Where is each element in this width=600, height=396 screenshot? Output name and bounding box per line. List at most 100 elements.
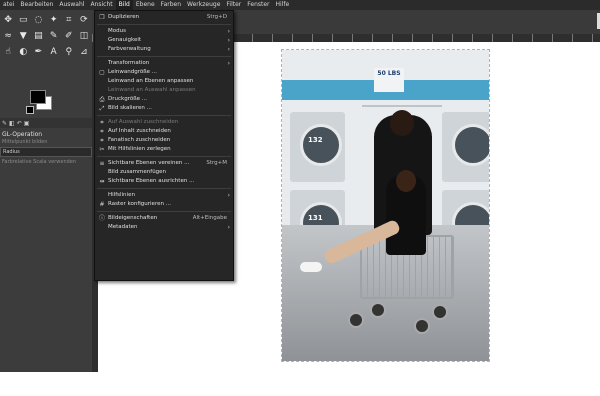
smudge-icon[interactable]: ☝	[2, 46, 14, 59]
warp-icon[interactable]: ≈	[2, 30, 14, 43]
cart-wheel	[414, 318, 430, 334]
menu-hilfe[interactable]: Hilfe	[273, 0, 293, 10]
menu-item-transformation[interactable]: Transformation ›	[95, 59, 233, 68]
menu-item-druckgröße[interactable]: ⎙ Druckgröße ...	[95, 95, 233, 104]
menu-item-farbverwaltung[interactable]: Farbverwaltung ›	[95, 45, 233, 54]
menu-item-label: Fanatisch zuschneiden	[108, 137, 171, 143]
menu-item-hilfslinien[interactable]: Hilfslinien ›	[95, 191, 233, 200]
menu-farben[interactable]: Farben	[158, 0, 184, 10]
menu-item-label: Druckgröße ...	[108, 96, 148, 102]
crop-icon[interactable]: ⌗	[63, 14, 75, 27]
menu-item-raster-konfigurieren[interactable]: # Raster konfigurieren ...	[95, 200, 233, 209]
washer-door	[452, 124, 489, 166]
photo-head	[390, 110, 414, 136]
tool-row: ✥ ▭ ◌ ✦ ⌗ ⟳	[2, 14, 90, 27]
menu-item-bildeigenschaften[interactable]: ⓘ Bildeigenschaften Alt+Eingabe	[95, 214, 233, 223]
menu-bearbeiten[interactable]: Bearbeiten	[17, 0, 56, 10]
transform-icon[interactable]: ⟳	[78, 14, 90, 27]
foreground-color-swatch[interactable]	[30, 90, 46, 104]
default-colors-icon[interactable]	[26, 106, 34, 114]
menu-item-label: Hilfslinien	[108, 192, 135, 198]
menu-item-label: Metadaten	[108, 224, 138, 230]
menu-filter[interactable]: Filter	[223, 0, 244, 10]
menu-item-label: Bild skalieren ...	[108, 105, 152, 111]
merge-icon: ≡	[99, 160, 105, 167]
eraser-icon[interactable]: ◫	[78, 30, 90, 43]
fuzzy-select-icon[interactable]: ✦	[48, 14, 60, 27]
measure-icon[interactable]: ⊿	[78, 46, 90, 59]
menu-separator	[97, 188, 231, 189]
menu-item-label: Duplizieren	[108, 14, 140, 20]
submenu-arrow-icon: ›	[227, 192, 230, 199]
menu-item-label: Sichtbare Ebenen vereinen ...	[108, 160, 190, 166]
toolbox-panel: ✥ ▭ ◌ ✦ ⌗ ⟳ ≈ ▼ ▤ ✎ ✐ ◫ ☝ ◐ ✒ A ⚲ ⊿ ✎ ◧ ↶ ▣ GL-Operation …	[0, 10, 94, 396]
menu-item-leinwand-an-ebenen-anpassen[interactable]: Leinwand an Ebenen anpassen	[95, 77, 233, 86]
path-icon[interactable]: ✒	[32, 46, 44, 59]
gradient-icon[interactable]: ▤	[32, 30, 44, 43]
device-status-tab-icon[interactable]: ◧	[9, 120, 15, 127]
menu-bild[interactable]: Bild	[115, 0, 133, 10]
menu-ebene[interactable]: Ebene	[133, 0, 158, 10]
menu-separator	[97, 115, 231, 116]
rect-select-icon[interactable]: ▭	[17, 14, 29, 27]
washer-number: 131	[308, 214, 323, 222]
menu-item-leinwandgröße[interactable]: ▢ Leinwandgröße ...	[95, 68, 233, 77]
photo-shoe	[300, 262, 322, 272]
menu-item-label: Genauigkeit	[108, 37, 142, 43]
align-icon: ⇹	[99, 178, 105, 185]
menu-item-sichtbare-ebenen-vereinen[interactable]: ≡ Sichtbare Ebenen vereinen ... Strg+M	[95, 159, 233, 168]
photo-head	[396, 170, 416, 192]
menu-item-bild-skalieren[interactable]: ⤢ Bild skalieren ...	[95, 104, 233, 113]
tool-row: ≈ ▼ ▤ ✎ ✐ ◫	[2, 30, 90, 43]
text-icon[interactable]: A	[48, 46, 60, 59]
menu-separator	[97, 56, 231, 57]
photo-washer: 132	[290, 112, 345, 182]
fill-icon[interactable]: ▼	[17, 30, 29, 43]
tool-options-tabs[interactable]: ✎ ◧ ↶ ▣	[0, 118, 94, 128]
menu-item-leinwand-an-auswahl-anpassen[interactable]: Leinwand an Auswahl anpassen	[95, 86, 233, 95]
submenu-arrow-icon: ›	[227, 37, 230, 44]
menu-item-mit-hilfslinien-zerlegen[interactable]: ✂ Mit Hilfslinien zerlegen	[95, 145, 233, 154]
move-icon[interactable]: ✥	[2, 14, 14, 27]
menu-item-bild-zusammenfügen[interactable]: Bild zusammenfügen	[95, 168, 233, 177]
cart-wheel	[432, 304, 448, 320]
menu-item-fanatisch-zuschneiden[interactable]: ⌗ Fanatisch zuschneiden	[95, 136, 233, 145]
menu-item-shortcut: Alt+Eingabe	[192, 215, 227, 221]
menu-item-metadaten[interactable]: Metadaten ›	[95, 223, 233, 232]
menu-separator	[97, 211, 231, 212]
tool-options-select[interactable]: Radius	[0, 147, 92, 157]
menu-item-shortcut: Strg+M	[206, 160, 227, 166]
brush-icon[interactable]: ✐	[63, 30, 75, 43]
image-canvas-photo[interactable]: 50 LBS 132 131	[281, 49, 490, 362]
menu-item-genauigkeit[interactable]: Genauigkeit ›	[95, 36, 233, 45]
images-tab-icon[interactable]: ▣	[24, 120, 30, 127]
tool-options-title: GL-Operation	[2, 131, 43, 138]
menu-item-auf-auswahl-zuschneiden[interactable]: ⌗ Auf Auswahl zuschneiden	[95, 118, 233, 127]
washer-door	[300, 124, 342, 166]
menu-atei[interactable]: atei	[0, 0, 17, 10]
lasso-icon[interactable]: ◌	[32, 14, 44, 27]
menu-item-label: Auf Auswahl zuschneiden	[108, 119, 179, 125]
menu-item-modus[interactable]: Modus ›	[95, 27, 233, 36]
menu-item-sichtbare-ebenen-ausrichten[interactable]: ⇹ Sichtbare Ebenen ausrichten ...	[95, 177, 233, 186]
menu-item-auf-inhalt-zuschneiden[interactable]: ⌗ Auf Inhalt zuschneiden	[95, 127, 233, 136]
washer-number: 132	[308, 136, 323, 144]
tool-options-button[interactable]: Farbrelative Scala verwenden	[2, 159, 76, 165]
photo-washer	[442, 112, 489, 182]
tool-options-tab-icon[interactable]: ✎	[2, 120, 7, 127]
paint-icon[interactable]: ✎	[48, 30, 60, 43]
dodge-icon[interactable]: ◐	[17, 46, 29, 59]
menu-item-label: Leinwandgröße ...	[108, 69, 158, 75]
menu-item-duplizieren[interactable]: ❐ Duplizieren Strg+D	[95, 13, 233, 22]
menu-werkzeuge[interactable]: Werkzeuge	[184, 0, 223, 10]
zoom-icon[interactable]: ⚲	[63, 46, 75, 59]
menu-auswahl[interactable]: Auswahl	[56, 0, 87, 10]
menu-item-shortcut: Strg+D	[206, 14, 227, 20]
menu-item-label: Leinwand an Auswahl anpassen	[108, 87, 196, 93]
menu-item-label: Leinwand an Ebenen anpassen	[108, 78, 194, 84]
menu-ansicht[interactable]: Ansicht	[87, 0, 115, 10]
tool-row: ☝ ◐ ✒ A ⚲ ⊿	[2, 46, 90, 59]
undo-history-tab-icon[interactable]: ↶	[17, 120, 22, 127]
menu-fenster[interactable]: Fenster	[244, 0, 272, 10]
tool-grid: ✥ ▭ ◌ ✦ ⌗ ⟳ ≈ ▼ ▤ ✎ ✐ ◫ ☝ ◐ ✒ A ⚲ ⊿	[2, 14, 90, 62]
